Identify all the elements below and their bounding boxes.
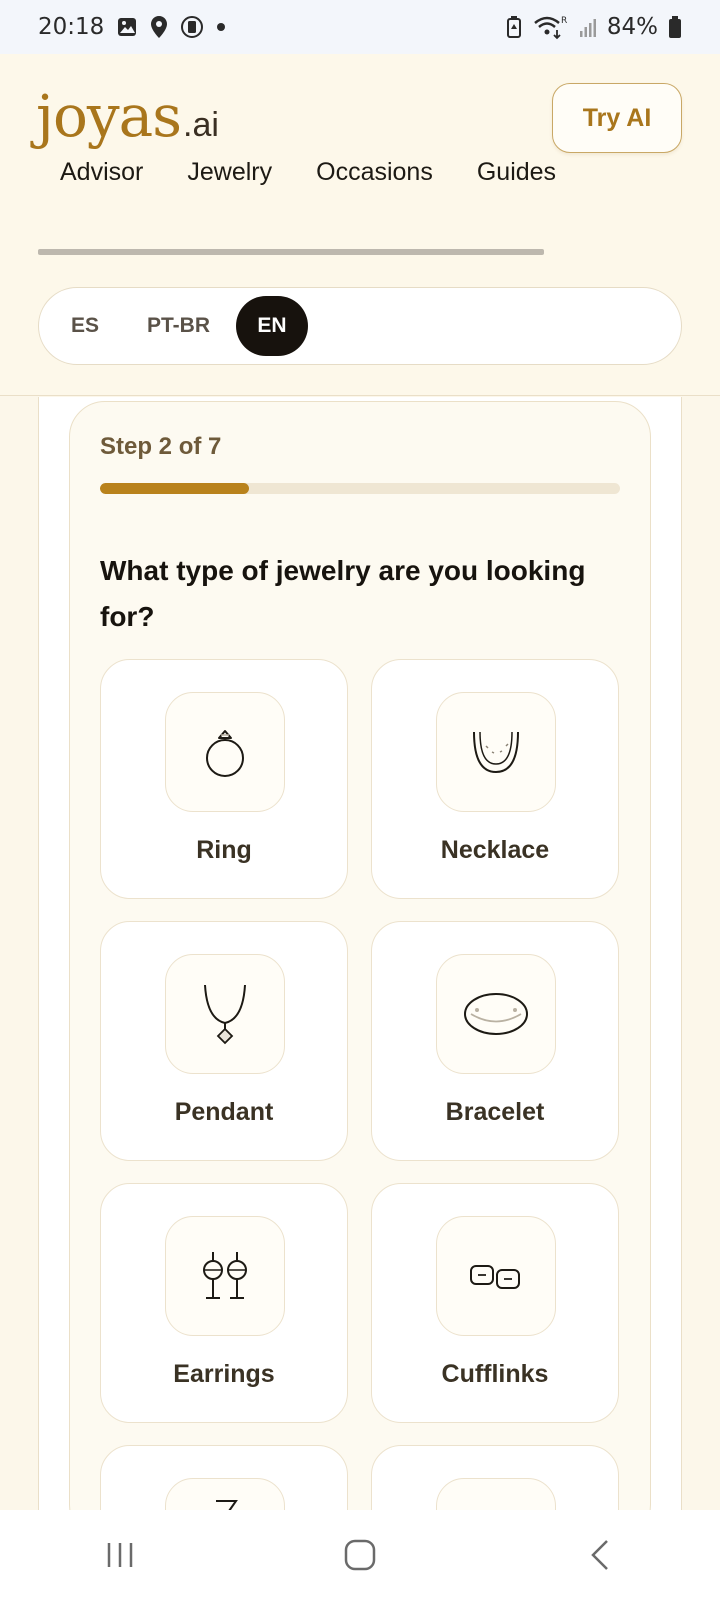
option-necklace[interactable]: Necklace [371,659,619,899]
earrings-icon [165,1216,285,1336]
step-indicator: Step 2 of 7 [100,433,222,460]
status-bar: 20:18 R 84% [0,0,720,54]
nav-item-jewelry[interactable]: Jewelry [165,158,294,187]
system-nav-bar [0,1510,720,1600]
bracelet-icon [436,954,556,1074]
language-switcher: ES PT-BR EN [38,287,682,365]
progress-bar-fill [100,483,249,494]
battery-saver-icon [505,15,523,39]
lang-option-en[interactable]: EN [236,296,308,356]
nav-scrollbar[interactable] [38,249,544,255]
svg-text:R: R [561,16,567,26]
back-button[interactable] [560,1525,640,1585]
option-cufflinks[interactable]: Cufflinks [371,1183,619,1423]
option-label: Bracelet [445,1098,545,1126]
option-label: Necklace [440,836,550,864]
home-button[interactable] [320,1525,400,1585]
option-pendant[interactable]: Pendant [100,921,348,1161]
battery-percent: 84% [606,14,658,40]
gallery-icon [116,16,138,38]
option-earrings[interactable]: Earrings [100,1183,348,1423]
option-ring[interactable]: Ring [100,659,348,899]
site-logo[interactable]: joyas .ai [36,82,219,150]
recent-apps-button[interactable] [80,1525,160,1585]
logo-main: joyas [36,82,182,150]
wifi-icon: R [533,14,569,40]
progress-bar [100,483,620,494]
notification-dot-icon [216,22,226,32]
option-label: Cufflinks [441,1360,549,1388]
option-bracelet[interactable]: Bracelet [371,921,619,1161]
signal-icon [579,15,597,39]
question-title: What type of jewelry are you looking for… [100,555,586,632]
nav-item-advisor[interactable]: Advisor [38,158,165,187]
nav-item-guides[interactable]: Guides [455,158,578,187]
option-label: Ring [196,836,252,864]
home-icon [344,1539,376,1571]
main-nav: Advisor Jewelry Occasions Guides [38,142,718,202]
option-label: Earrings [173,1360,275,1388]
nav-item-occasions[interactable]: Occasions [294,158,455,187]
logo-extension: .ai [183,106,219,144]
pendant-icon [165,954,285,1074]
back-icon [591,1540,608,1570]
status-time: 20:18 [38,14,105,40]
sim-icon [180,15,204,39]
battery-icon [668,15,682,39]
recent-apps-icon [107,1543,133,1567]
option-label: Pendant [174,1098,274,1126]
ring-icon [165,692,285,812]
cufflinks-icon [436,1216,556,1336]
location-icon [150,15,168,39]
necklace-icon [436,692,556,812]
lang-option-es[interactable]: ES [49,296,121,356]
lang-option-pt-br[interactable]: PT-BR [129,296,228,356]
